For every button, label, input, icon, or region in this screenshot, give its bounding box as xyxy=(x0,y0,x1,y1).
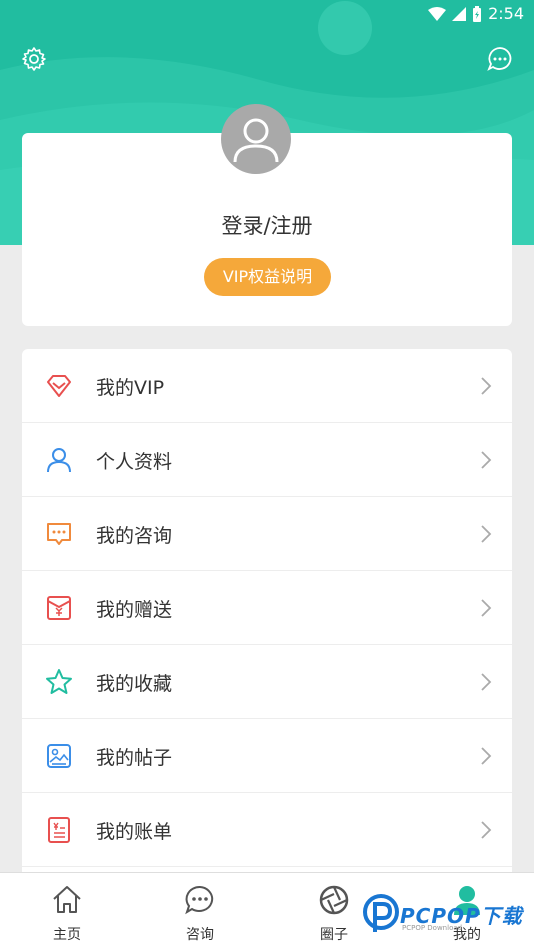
chevron-right-icon xyxy=(481,821,492,839)
chevron-right-icon xyxy=(481,451,492,469)
menu-item-label: 我的收藏 xyxy=(96,673,173,695)
gear-icon[interactable] xyxy=(21,46,47,72)
status-time: 2:54 xyxy=(488,4,524,23)
chevron-right-icon xyxy=(481,599,492,617)
chevron-right-icon xyxy=(481,377,492,395)
menu-item-vip[interactable]: 我的VIP xyxy=(22,349,512,423)
home-icon xyxy=(53,886,81,913)
status-bar: 2:54 xyxy=(0,0,534,28)
menu-item-favorites[interactable]: 我的收藏 xyxy=(22,645,512,719)
tab-label: 咨询 xyxy=(186,927,214,943)
tab-consult[interactable]: 咨询 xyxy=(150,873,250,950)
gift-envelope-icon xyxy=(47,596,71,620)
menu-item-label: 我的赠送 xyxy=(96,599,173,621)
login-register-link[interactable]: 登录/注册 xyxy=(22,210,512,240)
menu-item-label: 我的帖子 xyxy=(96,747,173,769)
watermark: PCPOP下载 PCPOP Download xyxy=(362,894,527,938)
menu-item-profile[interactable]: 个人资料 xyxy=(22,423,512,497)
person-icon xyxy=(47,448,71,473)
chat-icon xyxy=(185,885,214,915)
menu-list: 我的VIP 个人资料 我的咨询 我的赠送 我的收藏 我的帖子 我的账单 xyxy=(22,349,512,909)
wifi-icon xyxy=(428,6,447,21)
menu-item-consult[interactable]: 我的咨询 xyxy=(22,497,512,571)
battery-icon xyxy=(473,5,482,22)
menu-item-label: 个人资料 xyxy=(96,451,173,473)
bill-icon xyxy=(48,817,70,843)
chevron-right-icon xyxy=(481,673,492,691)
tab-home[interactable]: 主页 xyxy=(17,873,117,950)
menu-item-label: 我的咨询 xyxy=(96,525,173,547)
menu-item-posts[interactable]: 我的帖子 xyxy=(22,719,512,793)
diamond-icon xyxy=(47,375,71,397)
watermark-sub: PCPOP Download xyxy=(402,924,463,932)
default-avatar-icon xyxy=(233,118,279,163)
chevron-right-icon xyxy=(481,525,492,543)
tab-label: 主页 xyxy=(53,927,81,943)
chat-bubble-icon[interactable] xyxy=(487,46,513,72)
chevron-right-icon xyxy=(481,747,492,765)
avatar[interactable] xyxy=(221,104,291,174)
menu-item-label: 我的VIP xyxy=(96,377,165,399)
picture-icon xyxy=(47,744,71,768)
signal-icon xyxy=(452,6,467,21)
star-icon xyxy=(46,669,72,694)
vip-benefits-button[interactable]: VIP权益说明 xyxy=(204,258,331,296)
menu-item-gift[interactable]: 我的赠送 xyxy=(22,571,512,645)
chat-dots-icon xyxy=(47,523,71,545)
menu-item-bills[interactable]: 我的账单 xyxy=(22,793,512,867)
pcpop-logo-icon xyxy=(363,894,399,932)
menu-item-label: 我的账单 xyxy=(96,821,173,843)
aperture-icon xyxy=(319,885,349,915)
